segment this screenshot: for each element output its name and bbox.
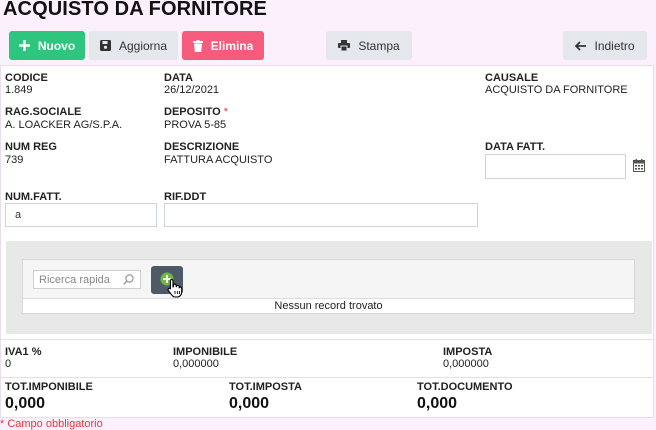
data-fatt-label: DATA FATT. [485, 141, 546, 153]
imponibile-value: 0,000000 [173, 358, 219, 370]
new-button-label: Nuovo [37, 38, 76, 53]
tot-imposta-label: TOT.IMPOSTA [229, 381, 302, 393]
imposta-value: 0,000000 [443, 358, 489, 370]
grid-toolbar: Ricerca rapida [23, 260, 634, 299]
rows-grid-container: Ricerca rapida Nessun record trovato [6, 241, 652, 334]
back-button-label: Indietro [594, 38, 635, 53]
search-icon [123, 274, 134, 285]
save-icon [99, 40, 111, 51]
deposito-label: DEPOSITO * [164, 106, 228, 118]
rag-sociale-label: RAG.SOCIALE [5, 106, 82, 118]
trash-icon [192, 39, 203, 52]
add-row-button[interactable] [151, 266, 183, 298]
refresh-button[interactable]: Aggiorna [89, 31, 178, 60]
delete-button-label: Elimina [210, 38, 254, 53]
tot-documento-label: TOT.DOCUMENTO [417, 381, 513, 393]
required-field-note: * Campo obbligatorio [0, 418, 103, 430]
causale-value: ACQUISTO DA FORNITORE [485, 84, 628, 96]
codice-label: CODICE [5, 72, 48, 84]
new-button[interactable]: Nuovo [9, 31, 85, 60]
printer-icon [338, 40, 351, 51]
data-label: DATA [164, 72, 193, 84]
codice-value: 1.849 [5, 84, 33, 96]
print-button-label: Stampa [358, 38, 400, 53]
deposito-value: PROVA 5-85 [164, 119, 227, 131]
descrizione-label: DESCRIZIONE [164, 141, 240, 153]
tot-imponibile-label: TOT.IMPONIBILE [5, 381, 93, 393]
iva-value: 0 [5, 358, 12, 370]
rows-grid: Ricerca rapida Nessun record trovato [22, 259, 635, 314]
empty-grid-message: Nessun record trovato [274, 300, 383, 312]
data-fatt-input[interactable] [485, 154, 626, 179]
back-button[interactable]: Indietro [563, 31, 647, 60]
data-value: 26/12/2021 [164, 84, 220, 96]
tot-imposta-value: 0,000 [229, 395, 270, 412]
tot-documento-value: 0,000 [417, 395, 458, 412]
num-reg-label: NUM REG [5, 141, 57, 153]
iva-label: IVA1 % [5, 346, 42, 358]
imponibile-label: IMPONIBILE [173, 346, 238, 358]
document-header-panel: CODICE 1.849 DATA 26/12/2021 CAUSALE ACQ… [0, 65, 654, 340]
hand-pointer-icon [167, 278, 183, 298]
descrizione-value: FATTURA ACQUISTO [164, 154, 273, 166]
refresh-button-label: Aggiorna [118, 38, 168, 53]
quick-search-input[interactable]: Ricerca rapida [33, 270, 141, 289]
rif-ddt-input[interactable] [164, 203, 478, 227]
required-marker: * [223, 106, 228, 118]
vat-summary: IVA1 % 0 IMPONIBILE 0,000000 IMPOSTA 0,0… [0, 340, 654, 377]
rif-ddt-label: RIF.DDT [164, 191, 207, 203]
imposta-label: IMPOSTA [443, 346, 493, 358]
deposito-label-text: DEPOSITO [164, 106, 221, 118]
quick-search-placeholder: Ricerca rapida [39, 273, 110, 286]
num-fatt-label: NUM.FATT. [5, 191, 62, 203]
delete-button[interactable]: Elimina [182, 31, 264, 60]
plus-icon [18, 40, 30, 51]
calendar-icon[interactable] [633, 159, 645, 172]
page-title: ACQUISTO DA FORNITORE [3, 0, 267, 20]
num-reg-value: 739 [5, 154, 24, 166]
num-fatt-input[interactable]: a [5, 203, 157, 227]
causale-label: CAUSALE [485, 72, 539, 84]
totals-summary: TOT.IMPONIBILE 0,000 TOT.IMPOSTA 0,000 T… [0, 377, 654, 418]
tot-imponibile-value: 0,000 [5, 395, 46, 412]
arrow-left-icon [575, 40, 587, 51]
rag-sociale-value: A. LOACKER AG/S.P.A. [5, 119, 123, 131]
print-button[interactable]: Stampa [326, 31, 412, 60]
